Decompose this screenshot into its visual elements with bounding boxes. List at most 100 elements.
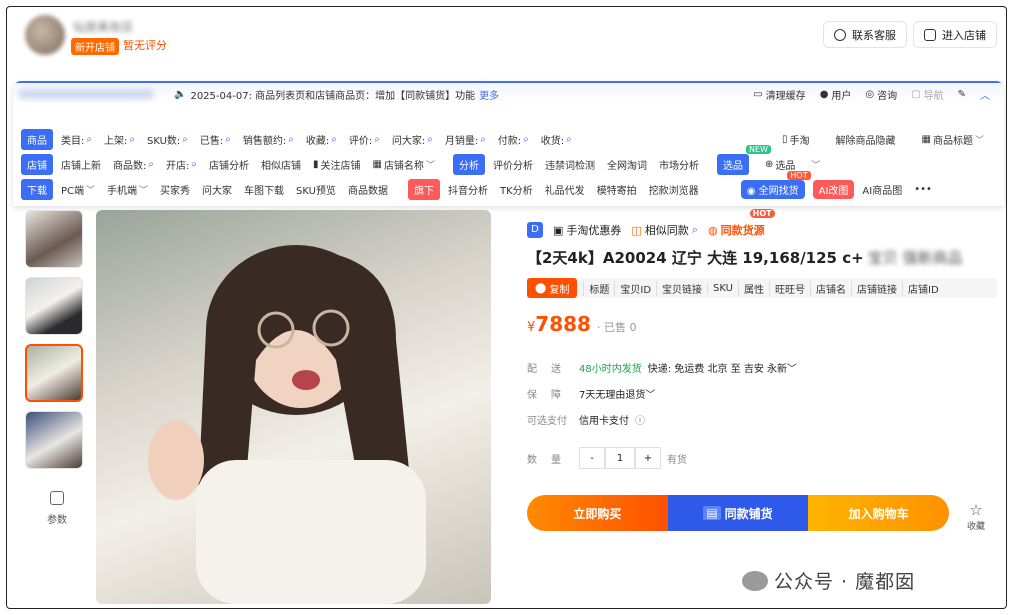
source-icon: ◍ — [707, 223, 718, 237]
quantity-stepper[interactable]: - 1 + — [579, 447, 661, 469]
thumbnail-4[interactable] — [25, 411, 83, 469]
contact-support-button[interactable]: 联系客服 — [823, 21, 907, 48]
more-icon[interactable]: ••• — [914, 184, 932, 195]
thumbnail-3[interactable] — [25, 344, 83, 402]
favorite-button[interactable]: ☆ 收藏 — [967, 501, 985, 532]
thumbnail-2[interactable] — [25, 277, 83, 335]
product-photo — [148, 245, 426, 604]
price: 7888 — [535, 312, 591, 336]
nav-button[interactable]: ▢ 导航 — [911, 87, 943, 102]
copy-item-id[interactable]: 宝贝ID — [614, 280, 656, 296]
buyer-show[interactable]: 买家秀 — [160, 182, 190, 197]
filter-category[interactable]: 类目: ⌕ — [61, 132, 92, 147]
copy-attributes[interactable]: 属性 — [738, 280, 769, 296]
qty-plus-button[interactable]: + — [635, 447, 661, 469]
thumbnail-1[interactable] — [25, 210, 83, 268]
store-name-dropdown[interactable]: ▦ 店铺名称 ﹀ — [372, 157, 434, 172]
list-icon: ▤ — [703, 506, 721, 520]
goods-data[interactable]: 商品数据 — [348, 182, 388, 197]
copy-button[interactable]: ⬤ 复制 — [527, 278, 578, 298]
shipping-info[interactable]: 快递: 免运费 北京 至 吉安 永新 — [648, 360, 787, 375]
sku-preview[interactable]: SKU预览 — [296, 182, 336, 197]
copy-store-link[interactable]: 店铺链接 — [851, 280, 902, 296]
unhide-goods-button[interactable]: 解除商品隐藏 — [836, 132, 896, 147]
similar-stores[interactable]: 相似店铺 — [261, 157, 301, 172]
copy-store-id[interactable]: 店铺ID — [902, 280, 944, 296]
filter-payment[interactable]: 付款: ⌕ — [498, 132, 529, 147]
filter-reviews[interactable]: 评价: ⌕ — [349, 132, 380, 147]
store-new-items[interactable]: 店铺上新 — [61, 157, 101, 172]
chevron-down-icon: ﹀ — [425, 160, 435, 171]
search-icon: ⌕ — [523, 133, 529, 145]
notice-more-link[interactable]: 更多 — [479, 87, 499, 102]
copy-item-link[interactable]: 宝贝链接 — [656, 280, 707, 296]
main-product-image[interactable] — [96, 210, 491, 604]
market-analysis[interactable]: 市场分析 — [659, 157, 699, 172]
filter-qa[interactable]: 问大家: ⌕ — [392, 132, 433, 147]
tk-analysis[interactable]: TK分析 — [500, 182, 533, 197]
params-button[interactable]: 参数 — [37, 491, 77, 526]
car-image-download[interactable]: 车图下载 — [244, 182, 284, 197]
add-to-cart-button[interactable]: 加入购物车 — [808, 495, 949, 531]
stock-status: 有货 — [667, 454, 687, 466]
keyword-search[interactable]: 全网淘词 — [607, 157, 647, 172]
copy-title[interactable]: 标题 — [583, 280, 614, 296]
copy-wangwang[interactable]: 旺旺号 — [769, 280, 810, 296]
filter-sku-count[interactable]: SKU数: ⌕ — [147, 132, 188, 147]
chevron-down-icon[interactable]: ﹀ — [787, 360, 797, 375]
info-icon[interactable]: ⓘ — [635, 412, 645, 427]
mobile-taobao-button[interactable]: ▯ 手淘 — [782, 132, 810, 147]
user-icon: ● — [819, 88, 829, 100]
pin-icon[interactable]: ✎ — [958, 89, 966, 100]
gift-dropship[interactable]: 礼品代发 — [545, 182, 585, 197]
speaker-icon: 🔈 — [174, 88, 187, 100]
tag-goods: 商品 — [21, 128, 53, 150]
bookmark-icon: ▮ — [312, 158, 319, 170]
collapse-icon[interactable]: ︿ — [980, 87, 990, 102]
buy-now-button[interactable]: 立即购买 — [527, 495, 668, 531]
follow-store[interactable]: ▮ 关注店铺 — [313, 157, 361, 172]
filter-open-date[interactable]: 开店: ⌕ — [166, 157, 197, 172]
copy-store-name[interactable]: 店铺名 — [810, 280, 851, 296]
ai-goods-image[interactable]: AI商品图 — [862, 182, 902, 197]
source-button[interactable]: ◍ 同款货源 HOT — [707, 209, 775, 238]
qty-input[interactable]: 1 — [605, 447, 635, 469]
tag-analysis: 分析 — [452, 153, 485, 175]
pc-dropdown[interactable]: PC端 ﹀ — [61, 182, 95, 197]
coupon-button[interactable]: ▣ 手淘优惠券 — [553, 222, 621, 238]
find-goods-button[interactable]: ◉ 全网找货 HOT — [740, 170, 811, 199]
list-same-button[interactable]: ▤ 同款铺货 — [667, 495, 809, 531]
tag-store: 店铺 — [21, 153, 53, 175]
douyin-analysis[interactable]: 抖音分析 — [448, 182, 488, 197]
ai-edit-button[interactable]: AI改图 — [812, 179, 855, 199]
consult-button[interactable]: ◎ 咨询 — [865, 87, 897, 102]
filter-monthly-sales[interactable]: 月销量: ⌕ — [445, 132, 486, 147]
user-button[interactable]: ● 用户 — [820, 87, 852, 102]
banned-word-check[interactable]: 违禁词检测 — [545, 157, 595, 172]
filter-sales[interactable]: 销售额约: ⌕ — [243, 132, 294, 147]
ask-everyone[interactable]: 问大家 — [202, 182, 232, 197]
copy-sku[interactable]: SKU — [707, 282, 738, 294]
mobile-dropdown[interactable]: 手机端 ﹀ — [107, 182, 148, 197]
selection-dropdown[interactable]: ⊕ 选品 ﹀ — [765, 157, 820, 172]
shipping-row: 配 送 48小时内发货 快递: 免运费 北京 至 吉安 永新 ﹀ — [527, 360, 797, 375]
goods-title-dropdown[interactable]: ▦ 商品标题 ﹀ — [922, 132, 984, 147]
plugin-top-bar: 🔈 2025-04-07: 商品列表页和店铺商品页：增加【同款铺货】功能 更多 … — [13, 83, 1004, 105]
filter-favorites[interactable]: 收藏: ⌕ — [306, 132, 337, 147]
filter-receipt[interactable]: 收货: ⌕ — [541, 132, 572, 147]
filter-goods-count[interactable]: 商品数: ⌕ — [113, 157, 154, 172]
enter-store-button[interactable]: 进入店铺 — [913, 21, 997, 48]
clear-cache-button[interactable]: ▭ 清理缓存 — [753, 87, 805, 102]
similar-button[interactable]: ◫ 相似同款 ⌕ — [631, 222, 698, 238]
filter-listed[interactable]: 上架: ⌕ — [104, 132, 135, 147]
store-analysis[interactable]: 店铺分析 — [209, 157, 249, 172]
model-shoot[interactable]: 模特寄拍 — [597, 182, 637, 197]
d-icon[interactable]: D — [527, 222, 543, 238]
store-avatar[interactable] — [25, 15, 65, 55]
trend-browser[interactable]: 挖款浏览器 — [649, 182, 699, 197]
filter-sold[interactable]: 已售: ⌕ — [200, 132, 231, 147]
qty-minus-button[interactable]: - — [579, 447, 605, 469]
store-name[interactable]: 仙居美妆店 — [73, 18, 133, 35]
chevron-down-icon[interactable]: ﹀ — [645, 386, 655, 401]
review-analysis[interactable]: 评价分析 — [493, 157, 533, 172]
